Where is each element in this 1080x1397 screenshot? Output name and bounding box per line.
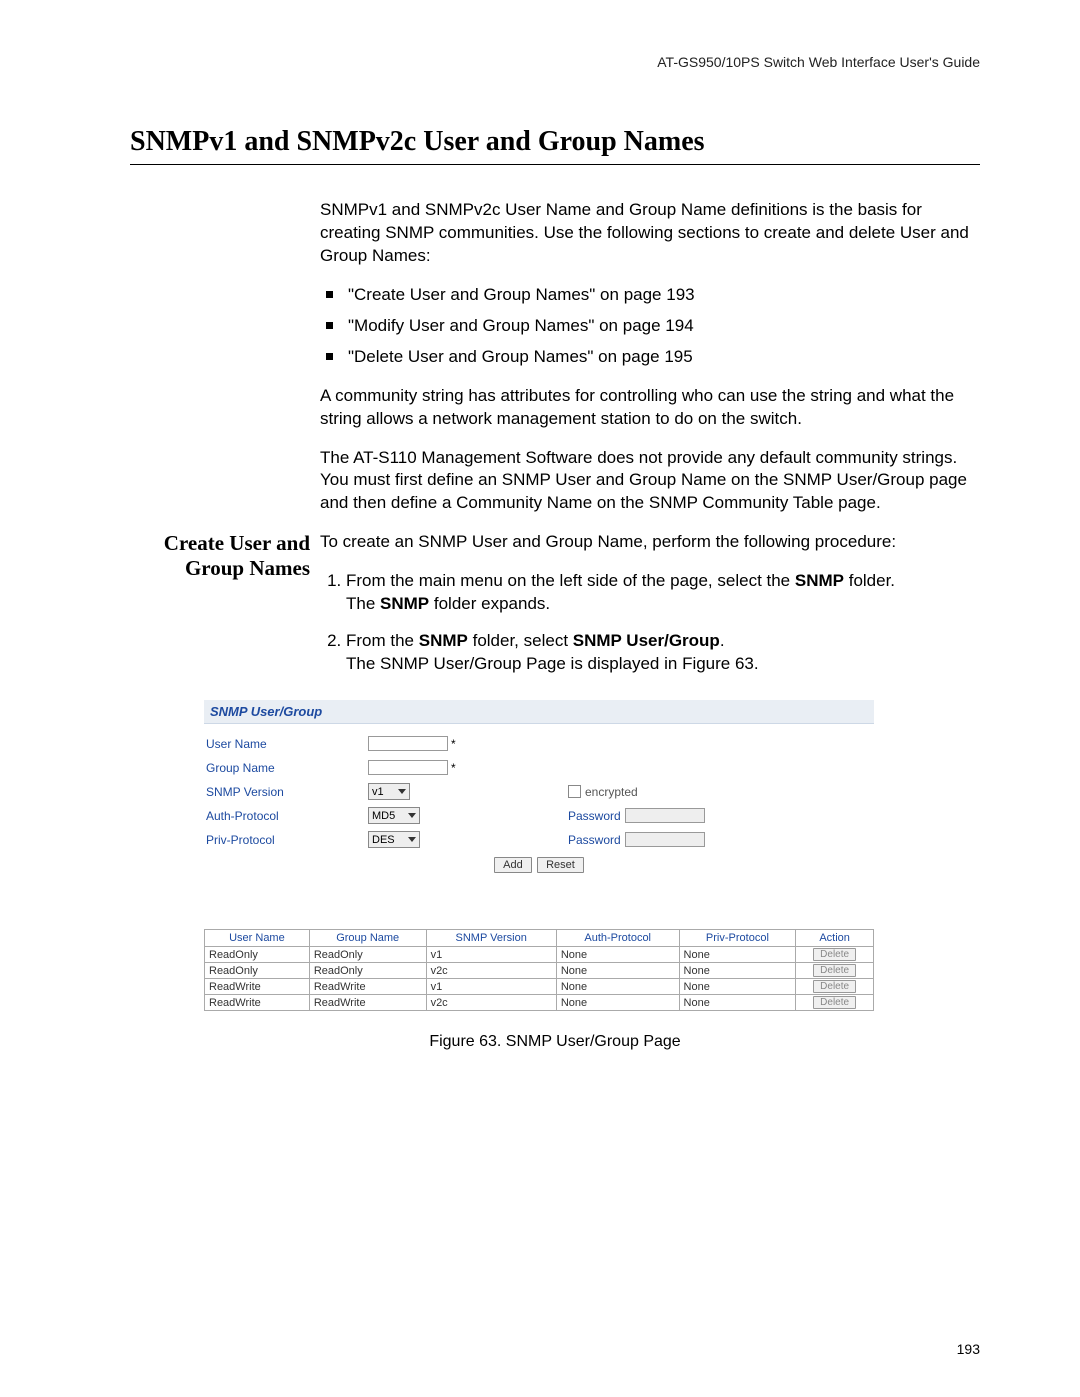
page-number: 193 <box>957 1341 980 1357</box>
col-auth-protocol: Auth-Protocol <box>556 930 679 947</box>
action-cell: Delete <box>796 995 874 1011</box>
col-group-name: Group Name <box>309 930 426 947</box>
procedure-list: From the main menu on the left side of t… <box>320 570 980 676</box>
required-mark: * <box>451 761 456 775</box>
action-cell: Delete <box>796 979 874 995</box>
auth-protocol-label: Auth-Protocol <box>206 809 368 823</box>
intro-block: SNMPv1 and SNMPv2c User Name and Group N… <box>130 199 980 531</box>
table-row: ReadWriteReadWritev2cNoneNoneDelete <box>205 995 874 1011</box>
table-cell: None <box>679 995 796 1011</box>
table-cell: None <box>556 979 679 995</box>
table-cell: ReadWrite <box>205 995 310 1011</box>
snmp-version-select[interactable]: v1 <box>368 783 410 800</box>
table-cell: None <box>679 979 796 995</box>
subsection-heading: Create User and Group Names <box>130 531 310 581</box>
required-mark: * <box>451 737 456 751</box>
panel-title: SNMP User/Group <box>204 700 874 724</box>
table-cell: None <box>679 963 796 979</box>
table-cell: v1 <box>426 979 556 995</box>
form-area: User Name * Group Name * SNMP Version v1 <box>204 724 874 879</box>
table-cell: v1 <box>426 947 556 963</box>
create-block: Create User and Group Names To create an… <box>130 531 980 692</box>
group-name-label: Group Name <box>206 761 368 775</box>
delete-button[interactable]: Delete <box>813 980 856 993</box>
table-cell: None <box>556 947 679 963</box>
table-cell: None <box>556 963 679 979</box>
subsection-intro: To create an SNMP User and Group Name, p… <box>320 531 980 554</box>
user-name-label: User Name <box>206 737 368 751</box>
delete-button[interactable]: Delete <box>813 964 856 977</box>
topic-item: "Modify User and Group Names" on page 19… <box>348 315 980 338</box>
col-priv-protocol: Priv-Protocol <box>679 930 796 947</box>
priv-protocol-label: Priv-Protocol <box>206 833 368 847</box>
group-name-input[interactable] <box>368 760 448 775</box>
figure-caption: Figure 63. SNMP User/Group Page <box>130 1033 980 1051</box>
table-cell: ReadWrite <box>205 979 310 995</box>
add-button[interactable]: Add <box>494 857 532 873</box>
col-user-name: User Name <box>205 930 310 947</box>
col-snmp-version: SNMP Version <box>426 930 556 947</box>
body-paragraph: The AT-S110 Management Software does not… <box>320 447 980 516</box>
section-title: SNMPv1 and SNMPv2c User and Group Names <box>130 126 980 165</box>
snmp-user-group-panel: SNMP User/Group User Name * Group Name *… <box>204 700 874 879</box>
table-cell: ReadOnly <box>309 963 426 979</box>
procedure-step: From the SNMP folder, select SNMP User/G… <box>346 630 980 676</box>
table-cell: ReadWrite <box>309 979 426 995</box>
table-cell: ReadWrite <box>309 995 426 1011</box>
user-group-table: User Name Group Name SNMP Version Auth-P… <box>204 929 874 1011</box>
priv-password-input[interactable] <box>625 832 705 847</box>
snmp-version-label: SNMP Version <box>206 785 368 799</box>
running-header: AT-GS950/10PS Switch Web Interface User'… <box>130 54 980 70</box>
table-row: ReadOnlyReadOnlyv2cNoneNoneDelete <box>205 963 874 979</box>
body-paragraph: A community string has attributes for co… <box>320 385 980 431</box>
table-cell: None <box>556 995 679 1011</box>
table-cell: v2c <box>426 963 556 979</box>
auth-password-label: Password <box>568 809 621 823</box>
user-name-input[interactable] <box>368 736 448 751</box>
procedure-step: From the main menu on the left side of t… <box>346 570 980 616</box>
table-row: ReadOnlyReadOnlyv1NoneNoneDelete <box>205 947 874 963</box>
topic-list: "Create User and Group Names" on page 19… <box>320 284 980 369</box>
delete-button[interactable]: Delete <box>813 948 856 961</box>
delete-button[interactable]: Delete <box>813 996 856 1009</box>
priv-password-label: Password <box>568 833 621 847</box>
table-cell: v2c <box>426 995 556 1011</box>
auth-password-input[interactable] <box>625 808 705 823</box>
auth-protocol-select[interactable]: MD5 <box>368 807 420 824</box>
action-cell: Delete <box>796 963 874 979</box>
table-cell: None <box>679 947 796 963</box>
col-action: Action <box>796 930 874 947</box>
priv-protocol-select[interactable]: DES <box>368 831 420 848</box>
table-row: ReadWriteReadWritev1NoneNoneDelete <box>205 979 874 995</box>
intro-paragraph: SNMPv1 and SNMPv2c User Name and Group N… <box>320 199 980 268</box>
document-page: AT-GS950/10PS Switch Web Interface User'… <box>0 0 1080 1397</box>
table-cell: ReadOnly <box>205 947 310 963</box>
table-cell: ReadOnly <box>309 947 426 963</box>
reset-button[interactable]: Reset <box>537 857 584 873</box>
topic-item: "Create User and Group Names" on page 19… <box>348 284 980 307</box>
action-cell: Delete <box>796 947 874 963</box>
topic-item: "Delete User and Group Names" on page 19… <box>348 346 980 369</box>
encrypted-checkbox[interactable] <box>568 785 581 798</box>
table-cell: ReadOnly <box>205 963 310 979</box>
encrypted-label: encrypted <box>585 785 638 799</box>
